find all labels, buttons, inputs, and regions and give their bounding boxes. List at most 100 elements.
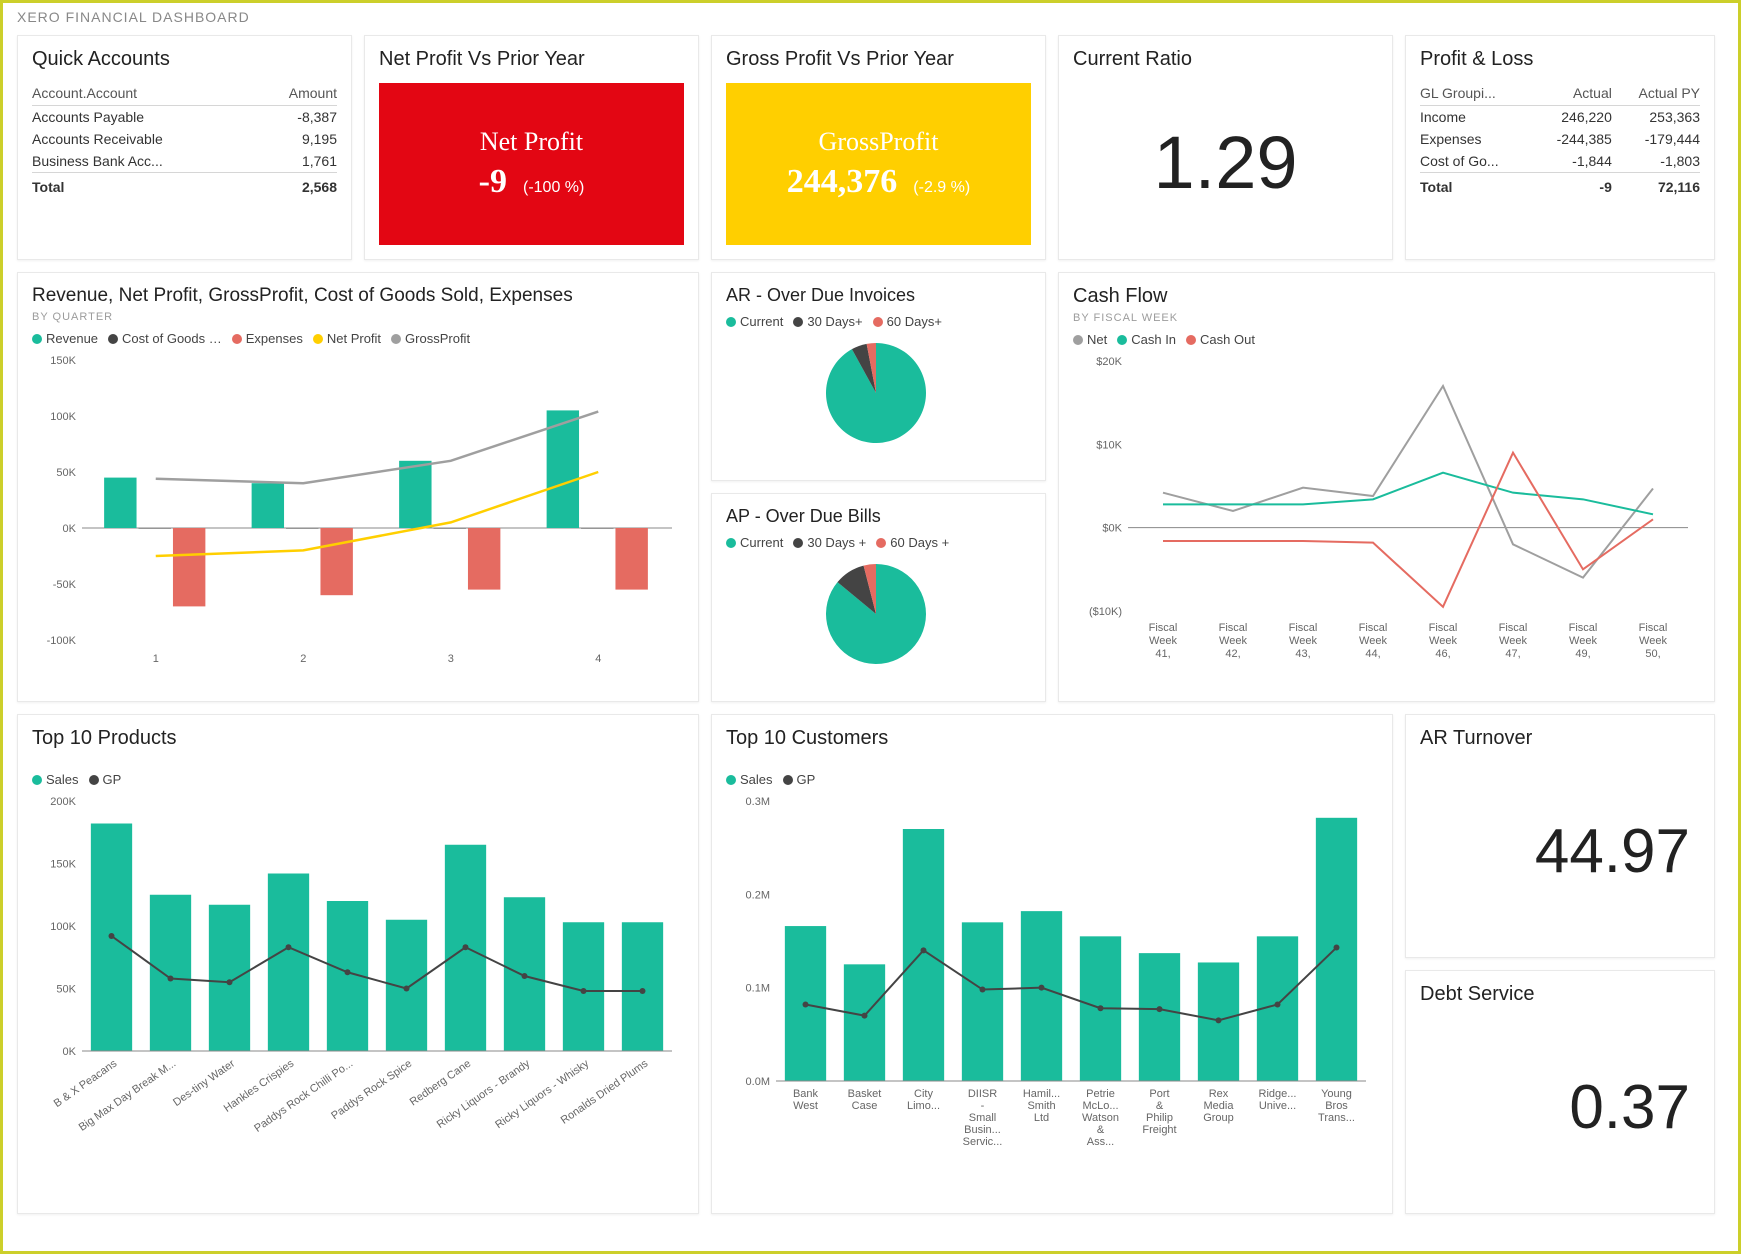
- pl-val: -1,803: [1612, 150, 1700, 173]
- legend-item: Sales: [740, 772, 773, 787]
- svg-text:-: -: [981, 1100, 985, 1112]
- card-gross-profit: Gross Profit Vs Prior Year GrossProfit 2…: [711, 35, 1046, 260]
- svg-text:Week: Week: [1149, 635, 1177, 647]
- legend-item: Sales: [46, 772, 79, 787]
- svg-text:100K: 100K: [50, 921, 76, 933]
- qa-row-name: Accounts Payable: [32, 106, 255, 129]
- cash-flow-chart[interactable]: $20K$10K$0K($10K)FiscalWeek41,FiscalWeek…: [1073, 351, 1698, 671]
- pl-row: Income: [1420, 106, 1533, 129]
- ar-due-title: AR - Over Due Invoices: [726, 285, 1031, 306]
- svg-text:West: West: [793, 1100, 818, 1112]
- legend-item: GP: [797, 772, 816, 787]
- top-customers-title: Top 10 Customers: [726, 727, 1378, 750]
- legend-item: GP: [103, 772, 122, 787]
- svg-text:Small: Small: [969, 1112, 997, 1124]
- card-ar-due: AR - Over Due Invoices Current 30 Days+ …: [711, 272, 1046, 481]
- svg-text:Fiscal: Fiscal: [1639, 622, 1668, 634]
- qa-row-amount: -8,387: [255, 106, 337, 129]
- legend-item: Cost of Goods …: [122, 331, 222, 346]
- revenue-quarter-chart[interactable]: 150K100K50K0K-50K-100K1234: [32, 350, 682, 670]
- legend-item: Cash In: [1131, 332, 1176, 347]
- qa-row-name: Business Bank Acc...: [32, 150, 255, 173]
- top-products-chart[interactable]: 200K150K100K50K0KB & X PeacansBig Max Da…: [32, 791, 682, 1191]
- legend-item: GrossProfit: [405, 331, 470, 346]
- top-products-title: Top 10 Products: [32, 727, 684, 750]
- rev-legend: Revenue Cost of Goods … Expenses Net Pro…: [32, 331, 684, 346]
- legend-item: Expenses: [246, 331, 303, 346]
- svg-text:Bank: Bank: [793, 1088, 819, 1100]
- legend-item: 60 Days+: [887, 314, 942, 329]
- svg-text:50K: 50K: [56, 984, 76, 996]
- legend-item: Revenue: [46, 331, 98, 346]
- svg-text:Week: Week: [1639, 635, 1667, 647]
- svg-text:47,: 47,: [1505, 648, 1520, 660]
- legend-item: 30 Days+: [807, 314, 862, 329]
- ar-due-pie[interactable]: [726, 333, 1026, 453]
- svg-text:Fiscal: Fiscal: [1149, 622, 1178, 634]
- svg-text:Ricky Liquors - Whisky: Ricky Liquors - Whisky: [493, 1057, 591, 1131]
- pl-val: -179,444: [1612, 128, 1700, 150]
- pl-col: GL Groupi...: [1420, 81, 1533, 106]
- svg-text:50,: 50,: [1645, 648, 1660, 660]
- svg-text:200K: 200K: [50, 796, 76, 808]
- svg-text:41,: 41,: [1155, 648, 1170, 660]
- svg-text:Ltd: Ltd: [1034, 1112, 1049, 1124]
- quick-accounts-table: Account.AccountAmount Accounts Payable-8…: [32, 81, 337, 198]
- legend-item: Net: [1087, 332, 1107, 347]
- svg-text:Fiscal: Fiscal: [1499, 622, 1528, 634]
- ap-due-pie[interactable]: [726, 554, 1026, 674]
- qa-row-amount: 1,761: [255, 150, 337, 173]
- rev-title: Revenue, Net Profit, GrossProfit, Cost o…: [32, 285, 684, 307]
- net-profit-title: Net Profit Vs Prior Year: [379, 48, 684, 71]
- cash-flow-legend: Net Cash In Cash Out: [1073, 332, 1700, 347]
- svg-text:($10K): ($10K): [1089, 606, 1122, 618]
- pl-col: Actual PY: [1612, 81, 1700, 106]
- card-ar-turnover: AR Turnover 44.97: [1405, 714, 1715, 958]
- svg-text:Week: Week: [1429, 635, 1457, 647]
- top-customers-chart[interactable]: 0.3M0.2M0.1M0.0MBankWestBasketCaseCityLi…: [726, 791, 1376, 1191]
- cash-flow-sub: BY FISCAL WEEK: [1073, 312, 1700, 324]
- legend-item: 60 Days +: [890, 535, 949, 550]
- pl-row: Expenses: [1420, 128, 1533, 150]
- svg-text:4: 4: [595, 653, 601, 665]
- svg-text:Week: Week: [1289, 635, 1317, 647]
- svg-text:Trans...: Trans...: [1318, 1112, 1355, 1124]
- svg-text:Fiscal: Fiscal: [1359, 622, 1388, 634]
- due-column: AR - Over Due Invoices Current 30 Days+ …: [711, 272, 1046, 702]
- pl-total: -9: [1533, 173, 1612, 199]
- net-profit-label: Net Profit: [479, 127, 585, 157]
- top-products-legend: Sales GP: [32, 772, 684, 787]
- svg-text:0.3M: 0.3M: [746, 796, 770, 808]
- svg-text:Basket: Basket: [848, 1088, 882, 1100]
- net-profit-value: -9: [479, 163, 507, 201]
- card-current-ratio: Current Ratio 1.29: [1058, 35, 1393, 260]
- top-customers-legend: Sales GP: [726, 772, 1378, 787]
- svg-text:Bros: Bros: [1325, 1100, 1348, 1112]
- rev-sub: BY QUARTER: [32, 311, 684, 323]
- svg-text:Young: Young: [1321, 1088, 1352, 1100]
- svg-text:Freight: Freight: [1142, 1124, 1176, 1136]
- pl-total: 72,116: [1612, 173, 1700, 199]
- svg-text:3: 3: [448, 653, 454, 665]
- svg-text:Big Max Day Break M...: Big Max Day Break M...: [77, 1058, 179, 1134]
- svg-text:150K: 150K: [50, 859, 76, 871]
- pl-total-label: Total: [1420, 173, 1533, 199]
- svg-text:$10K: $10K: [1096, 439, 1122, 451]
- pl-val: -1,844: [1533, 150, 1612, 173]
- svg-text:Media: Media: [1204, 1100, 1235, 1112]
- svg-text:Fiscal: Fiscal: [1219, 622, 1248, 634]
- card-cash-flow: Cash Flow BY FISCAL WEEK Net Cash In Cas…: [1058, 272, 1715, 702]
- svg-text:Unive...: Unive...: [1259, 1100, 1296, 1112]
- svg-text:Philip: Philip: [1146, 1112, 1173, 1124]
- current-ratio-value: 1.29: [1153, 126, 1297, 200]
- svg-text:Smith: Smith: [1027, 1100, 1055, 1112]
- ap-due-legend: Current 30 Days + 60 Days +: [726, 535, 1031, 550]
- ap-due-title: AP - Over Due Bills: [726, 506, 1031, 527]
- svg-text:46,: 46,: [1435, 648, 1450, 660]
- legend-item: Net Profit: [327, 331, 381, 346]
- svg-text:Ass...: Ass...: [1087, 1136, 1115, 1148]
- ar-turnover-value: 44.97: [1535, 821, 1690, 883]
- card-revenue-quarter: Revenue, Net Profit, GrossProfit, Cost o…: [17, 272, 699, 702]
- pl-table: GL Groupi...ActualActual PY Income246,22…: [1420, 81, 1700, 198]
- legend-item: 30 Days +: [807, 535, 866, 550]
